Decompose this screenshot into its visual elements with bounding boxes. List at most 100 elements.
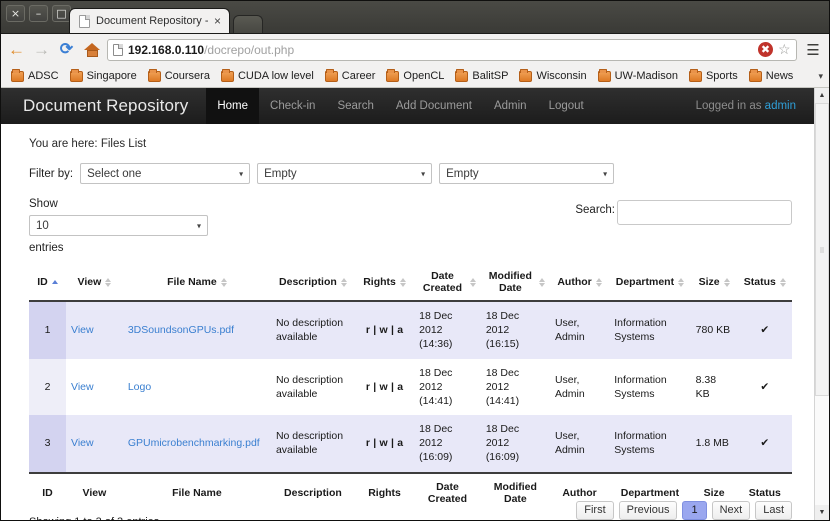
nav-item-logout[interactable]: Logout (538, 88, 595, 124)
file-name-link[interactable]: Logo (128, 381, 151, 393)
footer-column-date-created: Date Created (414, 471, 481, 510)
column-header-department-label: Department (615, 276, 675, 288)
pagination-next[interactable]: Next (711, 500, 751, 520)
column-header-size[interactable]: Size (690, 266, 738, 302)
filter-select-3[interactable]: Empty ▾ (439, 163, 615, 184)
bookmark-item[interactable]: BalitSP (450, 68, 513, 83)
scrollbar-track[interactable] (815, 103, 829, 505)
column-header-date-created[interactable]: Date Created (414, 266, 481, 302)
table-row[interactable]: 1 View 3DSoundsonGPUs.pdf No description… (29, 301, 792, 359)
cell-description: No description available (270, 415, 355, 473)
logged-in-username[interactable]: admin (765, 100, 796, 112)
bookmark-label: CUDA low level (237, 70, 314, 82)
footer-column-id: ID (29, 471, 67, 510)
bookmark-item[interactable]: Singapore (65, 68, 142, 83)
column-header-department[interactable]: Department (609, 266, 691, 302)
view-link[interactable]: View (71, 381, 94, 393)
column-header-author[interactable]: Author (549, 266, 610, 302)
bookmark-label: Coursera (164, 70, 210, 82)
browser-menu-icon[interactable]: ☰ (803, 41, 823, 59)
nav-item-admin[interactable]: Admin (483, 88, 538, 124)
page-scrollbar[interactable]: ▲ ▼ (814, 88, 829, 520)
browser-window: × – □ Document Repository - Fi × ← → ⟳ 1… (0, 0, 830, 521)
home-icon[interactable] (84, 42, 101, 57)
cell-size: 8.38 KB (690, 358, 738, 416)
sort-arrows-icon (220, 277, 227, 287)
status-check-icon: ✔ (737, 415, 792, 473)
new-tab-button[interactable] (233, 15, 264, 33)
folder-icon (519, 68, 533, 82)
nav-item-add-document[interactable]: Add Document (385, 88, 483, 124)
close-window-button[interactable]: × (6, 5, 25, 22)
table-row[interactable]: 2 View Logo No description available r |… (29, 358, 792, 416)
bookmark-item[interactable]: Career (320, 68, 381, 83)
minimize-window-button[interactable]: – (29, 5, 48, 22)
browser-tab-active[interactable]: Document Repository - Fi × (69, 8, 231, 33)
logged-in-status: Logged in as admin (696, 100, 796, 112)
window-controls: × – □ (6, 5, 71, 22)
pagination-page-1[interactable]: 1 (682, 500, 707, 520)
bookmark-label: OpenCL (403, 70, 445, 82)
bookmark-item[interactable]: News (744, 68, 799, 83)
scroll-down-icon[interactable]: ▼ (815, 505, 829, 520)
table-search: Search: (575, 200, 792, 225)
file-name-link[interactable]: 3DSoundsonGPUs.pdf (128, 324, 234, 336)
filter-select-1-value: Select one (87, 167, 142, 180)
back-icon[interactable]: ← (7, 41, 26, 58)
show-entries-select[interactable]: 10 ▾ (29, 215, 208, 236)
column-header-view[interactable]: View (66, 266, 123, 302)
column-header-file-name[interactable]: File Name (122, 266, 271, 302)
nav-item-home[interactable]: Home (206, 88, 260, 124)
address-bar[interactable]: 192.168.0.110/docrepo/out.php ✖ ☆ (107, 38, 797, 61)
scrollbar-thumb[interactable] (815, 103, 829, 397)
window-titlebar: × – □ Document Repository - Fi × (1, 1, 829, 33)
url-path: /docrepo/out.php (204, 42, 295, 57)
nav-item-search[interactable]: Search (326, 88, 384, 124)
table-row[interactable]: 3 View GPUmicrobenchmarking.pdf No descr… (29, 415, 792, 473)
cell-date-created: 18 Dec 2012 (16:09) (414, 415, 481, 473)
status-check-icon: ✔ (737, 301, 792, 359)
bookmark-item[interactable]: OpenCL (381, 68, 449, 83)
search-input[interactable] (617, 200, 792, 225)
column-header-status[interactable]: Status (737, 266, 792, 302)
pagination-previous[interactable]: Previous (618, 500, 678, 520)
reload-icon[interactable]: ⟳ (57, 41, 76, 58)
cell-rights: r | w | a (354, 301, 415, 359)
pagination-last[interactable]: Last (755, 500, 792, 520)
bookmark-item[interactable]: Sports (684, 68, 743, 83)
filter-select-2[interactable]: Empty ▾ (257, 163, 433, 184)
folder-icon (748, 68, 762, 82)
forward-icon[interactable]: → (32, 41, 51, 58)
column-header-status-label: Status (743, 276, 776, 288)
column-header-rights-label: Rights (363, 276, 396, 288)
view-link[interactable]: View (71, 437, 94, 449)
blocked-content-icon[interactable]: ✖ (758, 42, 773, 57)
chevron-down-icon: ▾ (421, 169, 426, 178)
filter-row: Filter by: Select one ▾ Empty ▾ Empty ▾ (29, 163, 792, 184)
close-tab-icon[interactable]: × (214, 15, 221, 27)
cell-id: 3 (29, 415, 67, 473)
cell-file-name: Logo (122, 358, 271, 416)
bookmark-star-icon[interactable]: ☆ (778, 41, 792, 58)
bookmark-label: UW-Madison (614, 70, 678, 82)
bookmark-item[interactable]: CUDA low level (216, 68, 319, 83)
bookmark-item[interactable]: ADSC (6, 68, 64, 83)
scroll-up-icon[interactable]: ▲ (815, 88, 829, 103)
column-header-modified-date[interactable]: Modified Date (480, 266, 550, 302)
pagination-first[interactable]: First (576, 500, 614, 520)
column-header-description-label: Description (279, 276, 337, 288)
column-header-rights[interactable]: Rights (354, 266, 415, 302)
column-header-description[interactable]: Description (270, 266, 355, 302)
file-name-link[interactable]: GPUmicrobenchmarking.pdf (128, 437, 260, 449)
bookmark-item[interactable]: UW-Madison (593, 68, 683, 83)
view-link[interactable]: View (71, 324, 94, 336)
url-text: 192.168.0.110/docrepo/out.php (128, 43, 753, 57)
filter-select-1[interactable]: Select one ▾ (80, 163, 251, 184)
column-header-id[interactable]: ID (29, 266, 67, 302)
bookmark-item[interactable]: Wisconsin (514, 68, 591, 83)
bookmark-item[interactable]: Coursera (143, 68, 215, 83)
cell-size: 1.8 MB (690, 415, 738, 473)
logged-in-prefix: Logged in as (695, 100, 765, 112)
bookmarks-overflow-icon[interactable]: ▾ (818, 71, 827, 82)
nav-item-checkin[interactable]: Check-in (259, 88, 326, 124)
